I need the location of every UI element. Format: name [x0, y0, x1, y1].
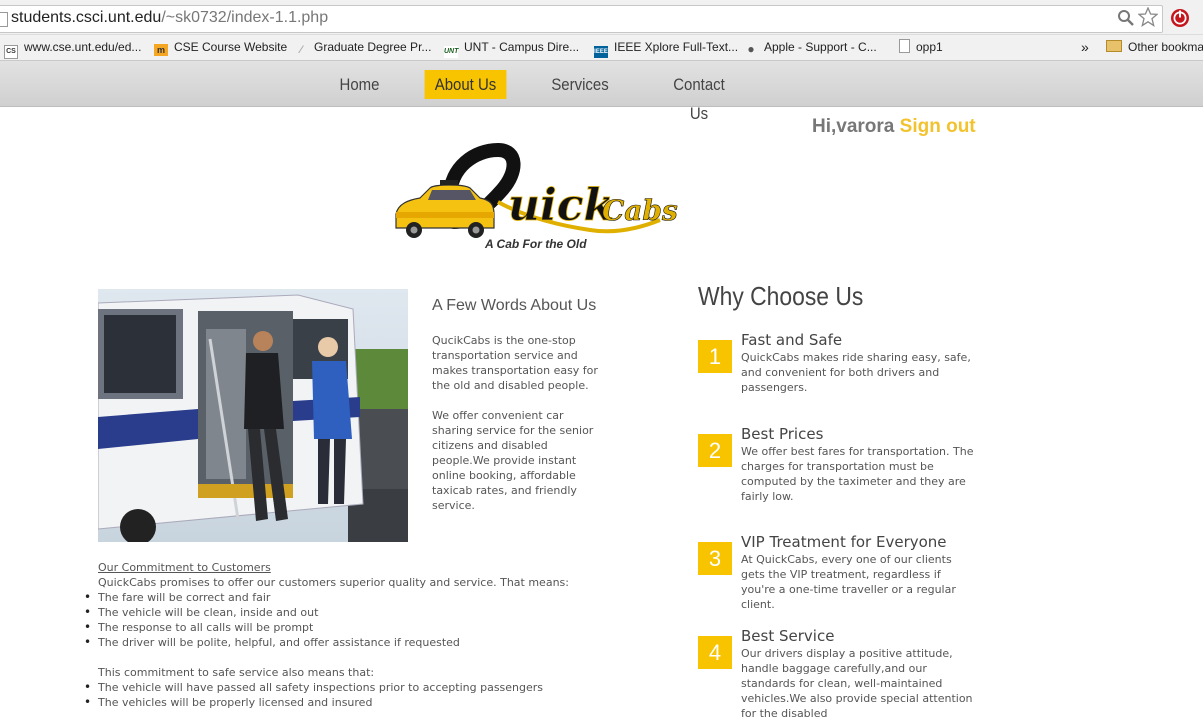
- logo-tagline: A Cab For the Old: [484, 237, 587, 251]
- bookmark-star-icon[interactable]: [1138, 7, 1158, 27]
- commitment-intro-2: This commitment to safe service also mea…: [98, 666, 375, 679]
- taxi-car-icon: [395, 180, 495, 238]
- other-bookmarks-label: Other bookma: [1128, 40, 1203, 54]
- nav-home[interactable]: Home: [334, 70, 384, 99]
- greeting-text: Hi,varora: [812, 116, 895, 137]
- user-greeting: Hi,varora Sign out: [812, 116, 976, 138]
- bookmark-label: CSE Course Website: [174, 40, 288, 54]
- url-text[interactable]: students.csci.unt.edu/~sk0732/index-1.1.…: [11, 9, 328, 27]
- nav-contact-us[interactable]: Contact Us: [664, 70, 734, 123]
- ieee-favicon-icon: IEEE: [594, 46, 608, 58]
- bookmark-label: opp1: [916, 40, 943, 54]
- van-photo: [98, 289, 408, 542]
- feature-number-badge: 4: [698, 636, 732, 669]
- address-bar[interactable]: students.csci.unt.edu/~sk0732/index-1.1.…: [0, 5, 1163, 33]
- logo-wordmark-cabs: Cabs: [602, 194, 678, 227]
- bookmark-opp1[interactable]: opp1: [897, 38, 943, 56]
- list-item: The vehicle will have passed all safety …: [84, 680, 658, 695]
- bookmark-cse-course[interactable]: m CSE Course Website: [154, 38, 287, 56]
- bookmark-label: Apple - Support - C...: [764, 40, 877, 54]
- page-icon: [0, 12, 8, 27]
- apple-favicon-icon: ●: [747, 42, 755, 56]
- bookmarks-bar: CS www.cse.unt.edu/ed... m CSE Course Webs…: [0, 35, 1203, 61]
- unt-favicon-icon: UNT: [444, 46, 458, 58]
- zoom-icon[interactable]: [1117, 9, 1135, 27]
- about-paragraph-1: QucikCabs is the one-stop transportation…: [432, 334, 598, 392]
- feature-number-badge: 3: [698, 542, 732, 575]
- extension-icon[interactable]: [1170, 8, 1190, 28]
- feature-number-badge: 1: [698, 340, 732, 373]
- bookmark-label: IEEE Xplore Full-Text...: [614, 40, 739, 54]
- commitment-section: Our Commitment to Customers QuickCabs pr…: [84, 560, 658, 710]
- commitment-list: The fare will be correct and fair The ve…: [84, 590, 658, 650]
- list-item: The vehicle will be clean, inside and ou…: [84, 605, 658, 620]
- why-choose-heading: Why Choose Us: [698, 281, 864, 311]
- nav-services[interactable]: Services: [549, 70, 611, 99]
- cse-favicon-icon: CS: [4, 45, 18, 59]
- commitment-intro: QuickCabs promises to offer our customer…: [98, 576, 569, 589]
- feature-description: We offer best fares for transportation. …: [741, 445, 974, 503]
- other-bookmarks-folder[interactable]: Other bookma: [1106, 38, 1203, 56]
- feature-title: VIP Treatment for Everyone: [741, 533, 947, 551]
- feature-title: Best Prices: [741, 425, 824, 443]
- bookmarks-overflow-chevron[interactable]: »: [1081, 38, 1089, 56]
- moodle-favicon-icon: m: [154, 44, 168, 56]
- bookmark-label: Graduate Degree Pr...: [314, 40, 432, 54]
- feature-description: At QuickCabs, every one of our clients g…: [741, 553, 956, 611]
- about-heading: A Few Words About Us: [432, 297, 597, 314]
- feather-favicon-icon: ⁄: [300, 44, 302, 56]
- feature-description: QuickCabs makes ride sharing easy, safe,…: [741, 351, 971, 394]
- quickcabs-logo: uick Cabs A Cab For the Old: [395, 142, 678, 251]
- list-item: The fare will be correct and fair: [84, 590, 658, 605]
- browser-toolbar: students.csci.unt.edu/~sk0732/index-1.1.…: [0, 0, 1203, 35]
- feature-title: Best Service: [741, 627, 835, 645]
- feature-title: Fast and Safe: [741, 331, 843, 349]
- list-item: The response to all calls will be prompt: [84, 620, 658, 635]
- url-path: /~sk0732/index-1.1.php: [161, 9, 329, 26]
- page-icon: [899, 39, 910, 53]
- commitment-list-2: The vehicle will have passed all safety …: [84, 680, 658, 710]
- bookmark-ieee[interactable]: IEEE IEEE Xplore Full-Text...: [594, 38, 739, 58]
- folder-icon: [1106, 40, 1122, 52]
- bookmark-apple[interactable]: ● Apple - Support - C...: [744, 38, 877, 56]
- url-host: students.csci.unt.edu: [11, 9, 162, 26]
- list-item: The driver will be polite, helpful, and …: [84, 635, 658, 650]
- nav-about-us[interactable]: About Us: [424, 70, 507, 99]
- about-paragraph-2: We offer convenient car sharing service …: [432, 409, 594, 512]
- site-navigation: Home About Us Services Contact Us: [0, 61, 1203, 123]
- bookmark-unt[interactable]: UNT UNT - Campus Dire...: [444, 38, 580, 58]
- sign-out-link[interactable]: Sign out: [900, 116, 976, 137]
- feature-number-badge: 2: [698, 434, 732, 467]
- list-item: The vehicles will be properly licensed a…: [84, 695, 658, 710]
- bookmark-label: www.cse.unt.edu/ed...: [24, 40, 142, 54]
- feature-description: Our drivers display a positive attitude,…: [741, 647, 973, 720]
- bookmark-graduate[interactable]: ⁄ Graduate Degree Pr...: [294, 38, 431, 56]
- commitment-heading: Our Commitment to Customers: [98, 561, 271, 574]
- logo-wordmark: uick: [508, 180, 614, 231]
- bookmark-cse[interactable]: CS www.cse.unt.edu/ed...: [4, 38, 142, 59]
- bookmark-label: UNT - Campus Dire...: [464, 40, 580, 54]
